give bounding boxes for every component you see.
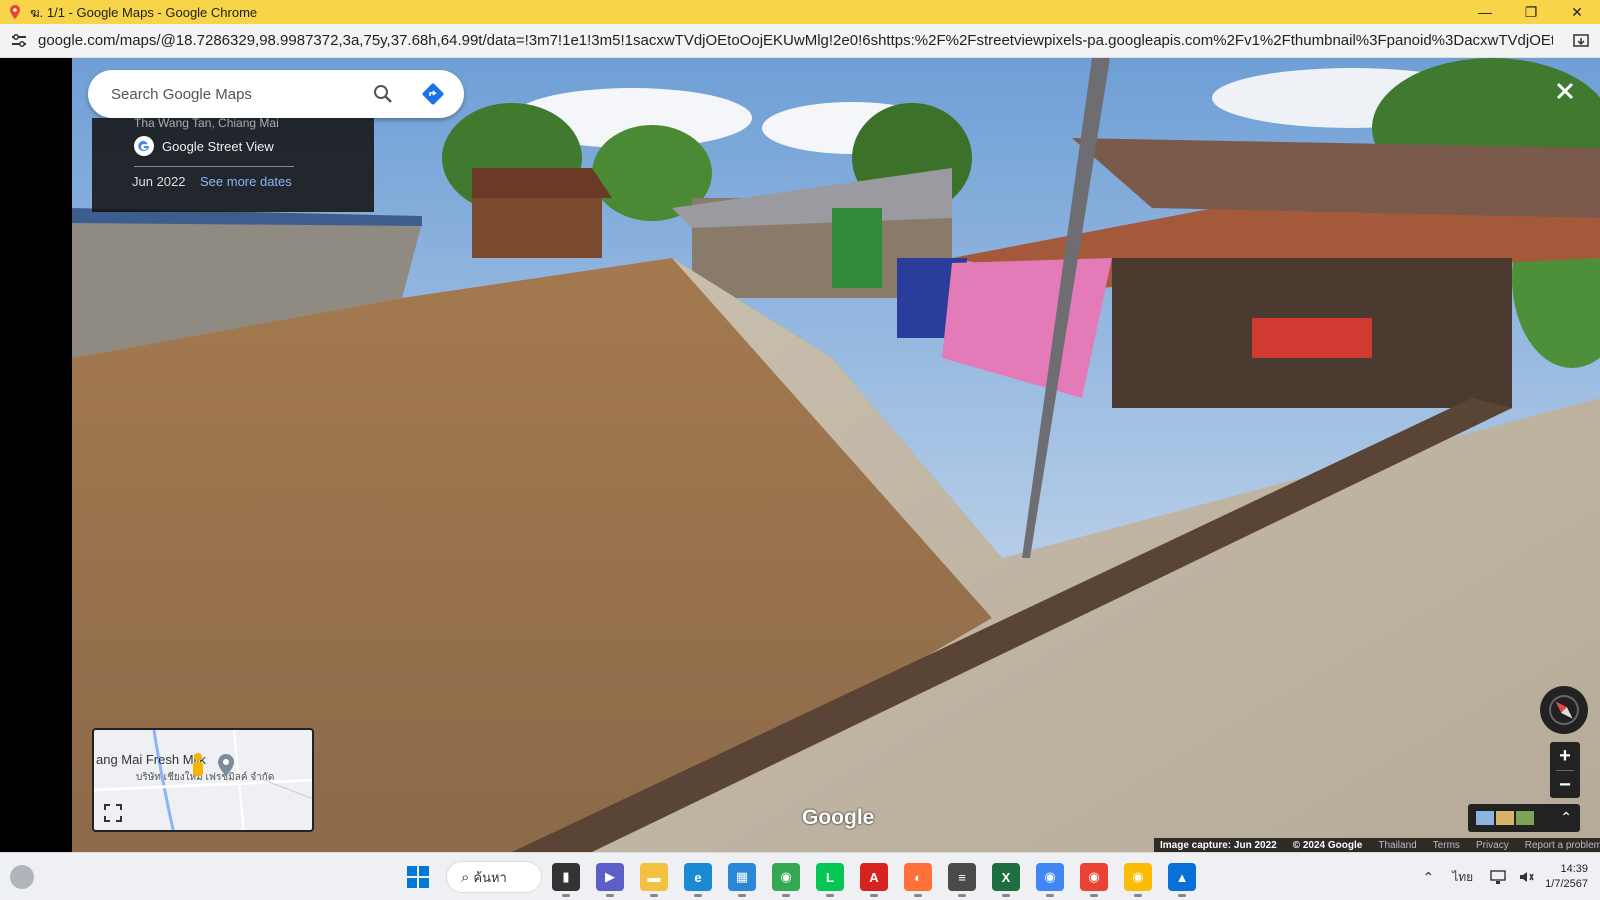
running-indicator [782,894,790,897]
running-indicator [562,894,570,897]
maps-pin-icon [10,5,20,19]
google-g-icon [134,136,154,156]
clock-time: 14:39 [1560,863,1588,875]
layers-control[interactable]: ⌃ [1468,804,1580,832]
taskbar: ⌕ ค้นหา ▮ ▶ ▬ e ▦ ◉ L A ◐ ≡ X ◉ ◉ ◉ ▲ ⌃ ไทย 14:39 1/7/… [0,852,1600,900]
terms-link[interactable]: Terms [1433,840,1460,851]
zoom-control: + − [1550,742,1580,798]
running-indicator [606,894,614,897]
directions-icon[interactable] [421,82,445,106]
running-indicator [1002,894,1010,897]
window-title-bar: ฆ. 1/1 - Google Maps - Google Chrome — ❐… [0,0,1600,24]
search-icon[interactable] [371,82,395,106]
country-link[interactable]: Thailand [1378,840,1416,851]
copyright-label: © 2024 Google [1292,839,1363,851]
capture-date: Jun 2022 [132,174,186,189]
expand-map-icon[interactable] [102,802,124,824]
taskbar-acrobat-icon[interactable]: A [860,863,888,897]
running-indicator [914,894,922,897]
windows-start-icon[interactable] [406,865,430,889]
zoom-in-button[interactable]: + [1550,742,1580,770]
running-indicator [738,894,746,897]
close-window-button[interactable]: ✕ [1554,0,1600,24]
zoom-out-button[interactable]: − [1550,771,1580,799]
search-box[interactable] [88,70,464,118]
taskbar-photos-icon[interactable]: ▲ [1168,863,1196,897]
google-watermark: Google [802,806,875,829]
attribution-bar: Image capture: Jun 2022 © 2024 Google Th… [1154,838,1600,852]
left-black-strip [0,58,72,852]
pegman-icon[interactable] [190,752,206,782]
running-indicator [870,894,878,897]
taskbar-firefox-icon[interactable]: ◐ [904,863,932,897]
image-capture-label: Image capture: Jun 2022 [1160,839,1277,851]
running-indicator [1178,894,1186,897]
running-indicator [1046,894,1054,897]
taskbar-search-icon: ⌕ [461,868,470,886]
running-indicator [1134,894,1142,897]
layer-satellite-thumb[interactable] [1496,811,1514,825]
taskbar-excel-icon[interactable]: X [992,863,1020,897]
taskbar-edge-icon[interactable]: e [684,863,712,897]
site-settings-icon[interactable] [10,32,28,50]
taskbar-folder-icon[interactable]: ▬ [640,863,668,897]
widgets-icon[interactable] [10,865,34,889]
layer-map-thumb[interactable] [1476,811,1494,825]
clock-date: 1/7/2567 [1545,878,1588,890]
url-text[interactable]: google.com/maps/@18.7286329,98.9987372,3… [38,32,1553,49]
compass-control[interactable] [1540,686,1588,734]
close-icon [1556,82,1574,100]
taskbar-chrome-active-icon[interactable]: ◉ [1124,863,1152,897]
install-app-icon[interactable] [1572,32,1590,50]
taskbar-sublime-icon[interactable]: ≡ [948,863,976,897]
running-indicator [694,894,702,897]
see-more-dates-link[interactable]: See more dates [200,174,292,189]
report-problem-link[interactable]: Report a problem [1525,840,1600,851]
taskbar-chrome-profile-3-icon[interactable]: ◉ [1080,863,1108,897]
layers-expand-icon[interactable]: ⌃ [1560,809,1572,826]
taskbar-line-icon[interactable]: L [816,863,844,897]
location-subtitle: Tha Wang Tan, Chiang Mai [134,116,279,130]
network-icon[interactable] [1489,868,1507,886]
privacy-link[interactable]: Privacy [1476,840,1509,851]
clock[interactable]: 14:39 1/7/2567 [1545,862,1588,892]
source-label: Google Street View [162,138,274,154]
running-indicator [958,894,966,897]
compass-icon [1549,695,1579,725]
window-title: ฆ. 1/1 - Google Maps - Google Chrome [30,4,258,20]
map-pin-icon [218,754,234,776]
running-indicator [650,894,658,897]
taskbar-chrome-icon[interactable]: ◉ [772,863,800,897]
source-row: Google Street View [134,136,274,156]
layer-terrain-thumb[interactable] [1516,811,1534,825]
taskbar-search[interactable]: ⌕ ค้นหา [446,861,542,893]
language-indicator[interactable]: ไทย [1452,868,1473,887]
running-indicator [826,894,834,897]
taskbar-file-explorer-icon[interactable]: ▮ [552,863,580,897]
taskbar-store-icon[interactable]: ▦ [728,863,756,897]
show-hidden-icons-icon[interactable]: ⌃ [1422,869,1434,886]
volume-icon[interactable] [1517,868,1535,886]
taskbar-teams-icon[interactable]: ▶ [596,863,624,897]
mini-map[interactable]: ang Mai Fresh Milk บริษัท เชียงใหม่ เฟรช… [92,728,314,832]
taskbar-chrome-profile-2-icon[interactable]: ◉ [1036,863,1064,897]
running-indicator [1090,894,1098,897]
street-view-info-panel: Tha Wang Tan, Chiang Mai Google Street V… [92,116,374,212]
address-bar[interactable]: google.com/maps/@18.7286329,98.9987372,3… [0,24,1600,58]
taskbar-search-label: ค้นหา [473,869,507,885]
search-input[interactable] [111,85,351,103]
close-street-view-button[interactable] [1550,76,1580,106]
restore-button[interactable]: ❐ [1508,0,1554,24]
system-tray: ⌃ ไทย 14:39 1/7/2567 [1422,853,1600,900]
info-divider [134,166,294,167]
minimize-button[interactable]: — [1462,0,1508,24]
